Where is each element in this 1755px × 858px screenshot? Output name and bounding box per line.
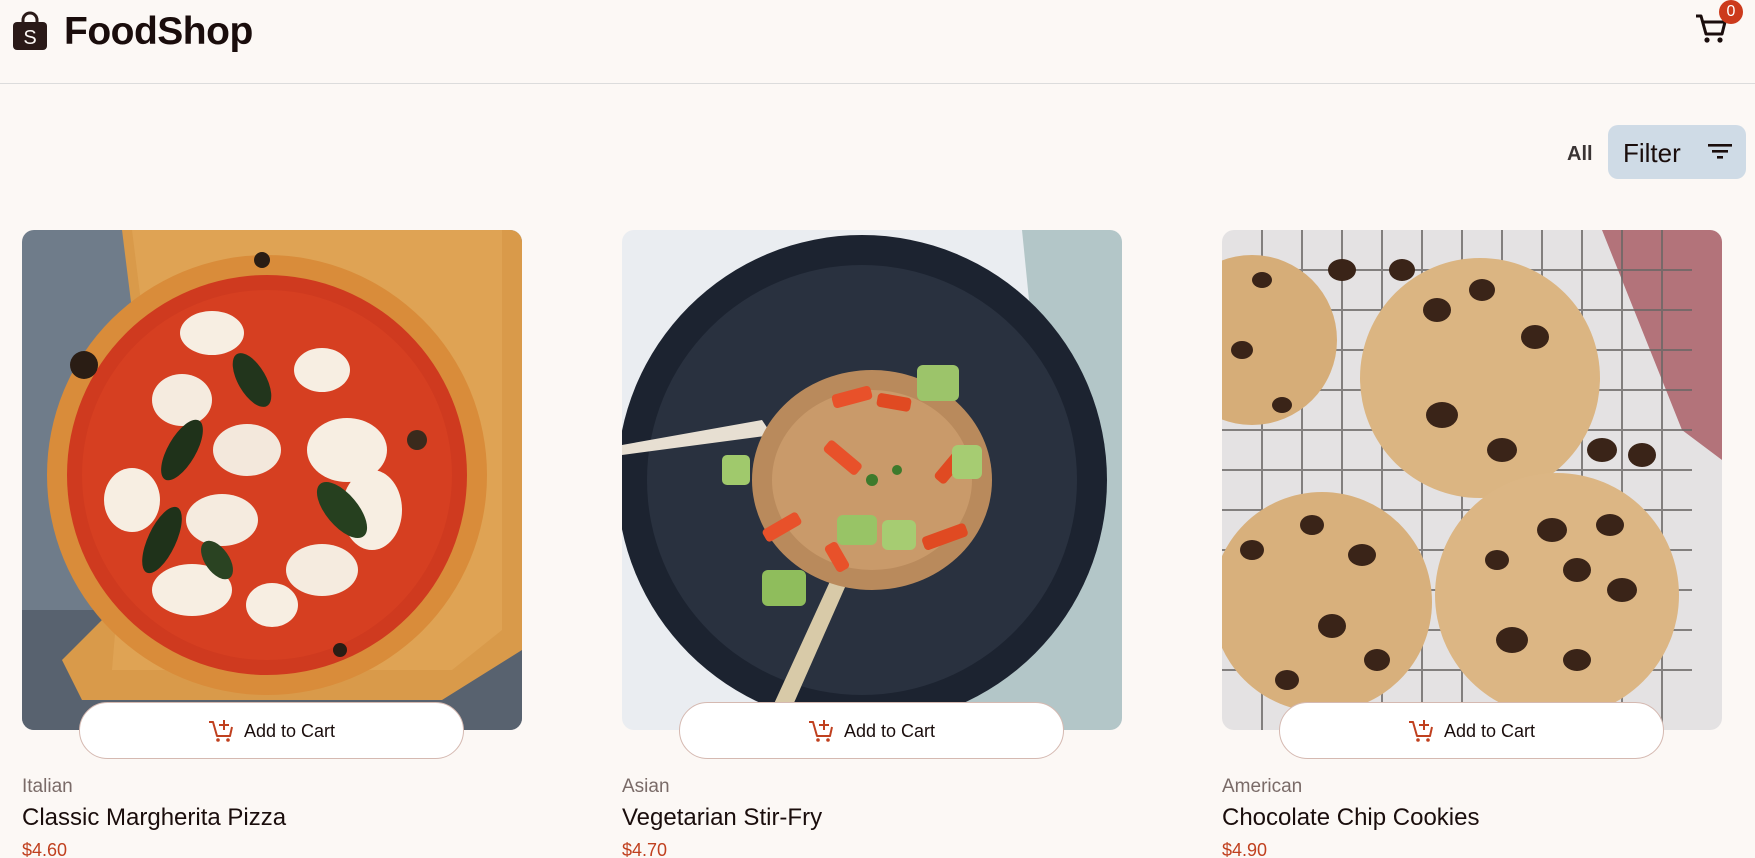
add-to-cart-icon [1409, 720, 1433, 742]
top-header: S FoodShop 0 [0, 0, 1755, 84]
cookies-illustration [1222, 230, 1722, 730]
shopping-bag-icon[interactable]: S [12, 11, 48, 51]
cart-count-badge: 0 [1719, 0, 1743, 24]
add-to-cart-label: Add to Cart [844, 721, 936, 741]
filter-all-link[interactable]: All [1567, 143, 1593, 166]
brand-name[interactable]: FoodShop [64, 10, 253, 54]
product-category: Italian [22, 776, 73, 797]
product-category: Asian [622, 776, 670, 797]
product-category: American [1222, 776, 1303, 797]
product-price: $4.90 [1222, 840, 1268, 858]
pizza-illustration [22, 230, 522, 730]
stir-fry-illustration [622, 230, 1122, 730]
svg-text:S: S [23, 27, 36, 49]
filter-button[interactable]: Filter [1608, 125, 1746, 179]
add-to-cart-button[interactable]: Add to Cart [679, 702, 1064, 759]
product-image-pizza[interactable] [22, 230, 522, 730]
add-to-cart-button[interactable]: Add to Cart [1279, 702, 1664, 759]
add-to-cart-icon [809, 720, 833, 742]
add-to-cart-label: Add to Cart [1444, 721, 1536, 741]
product-title[interactable]: Classic Margherita Pizza [22, 804, 286, 832]
add-to-cart-label: Add to Cart [244, 721, 336, 741]
add-to-cart-icon [209, 720, 233, 742]
product-price: $4.70 [622, 840, 668, 858]
product-price: $4.60 [22, 840, 68, 858]
add-to-cart-button[interactable]: Add to Cart [79, 702, 464, 759]
product-image-cookies[interactable] [1222, 230, 1722, 730]
product-title[interactable]: Chocolate Chip Cookies [1222, 804, 1479, 832]
product-image-stir-fry[interactable] [622, 230, 1122, 730]
filter-lines-icon [1708, 144, 1732, 159]
filter-button-label: Filter [1623, 138, 1681, 168]
product-title[interactable]: Vegetarian Stir-Fry [622, 804, 822, 832]
